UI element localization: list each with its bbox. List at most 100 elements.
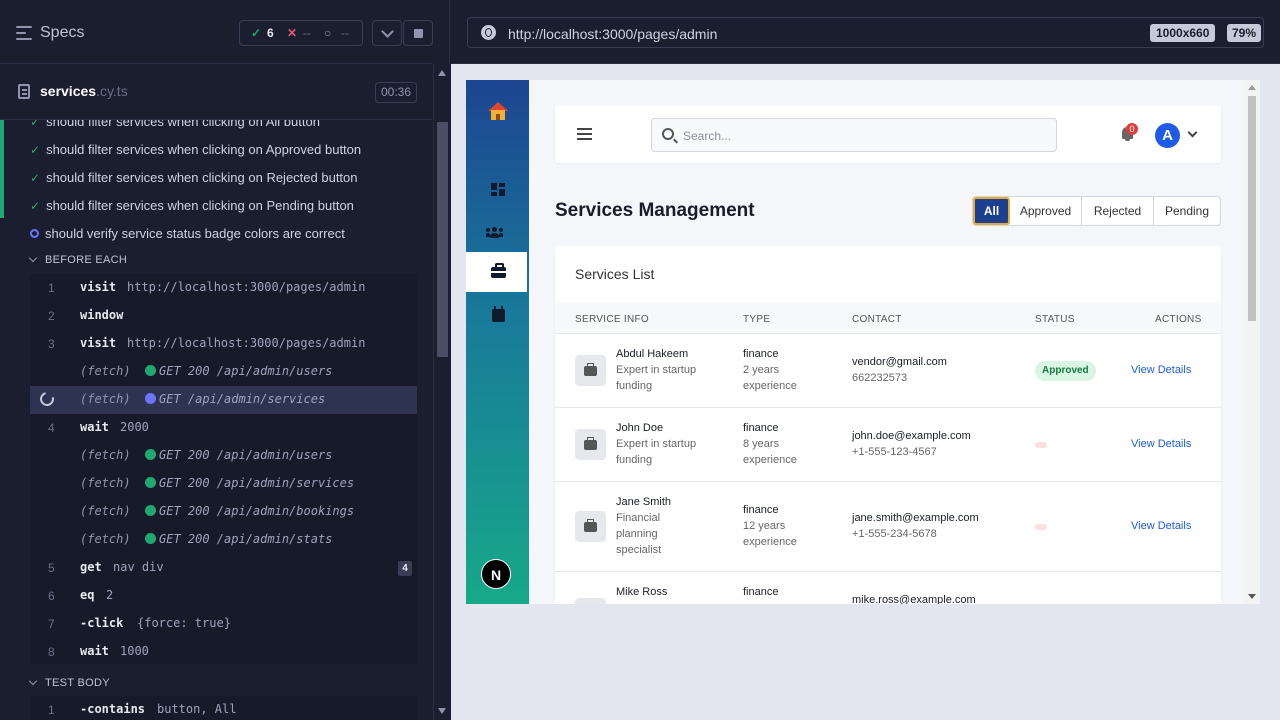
view-details-link[interactable]: View Details: [1131, 438, 1191, 450]
contact-email: vendor@gmail.com: [852, 356, 947, 368]
before-each-toggle[interactable]: BEFORE EACH: [28, 253, 127, 266]
card-title: Services List: [575, 266, 655, 282]
url-bar[interactable]: http://localhost:3000/pages/admin 1000x6…: [467, 17, 1264, 48]
command-row[interactable]: (fetch) GET 200 /api/admin/users: [30, 442, 417, 470]
column-header: SERVICE INFO: [575, 314, 649, 325]
service-name: John Doe: [616, 422, 664, 434]
command-row[interactable]: 1 visit http://localhost:3000/pages/admi…: [30, 274, 417, 302]
service-type: finance 2 years experience: [743, 346, 797, 394]
experience: experience: [743, 380, 797, 392]
topbar: Search... 0 A: [555, 106, 1221, 163]
chevron-down-icon: [28, 253, 38, 263]
test-stats: ✓ 6 ✕ -- ○ --: [239, 20, 363, 46]
test-item[interactable]: ✓ should filter services when clicking on…: [30, 198, 354, 213]
scroll-down-icon[interactable]: [1248, 594, 1256, 599]
service-type: finance 8 years experience: [743, 420, 797, 468]
table-row: Jane Smith Financial planning specialist…: [555, 482, 1221, 572]
command-row[interactable]: 7 -click {force: true}: [30, 610, 417, 638]
filter-all-button[interactable]: All: [973, 197, 1010, 225]
command-row[interactable]: (fetch) GET 200 /api/admin/services: [30, 470, 417, 498]
loading-spinner-icon: [37, 389, 57, 409]
briefcase-icon: [491, 263, 506, 278]
test-body-commands: 1 -contains button, All: [30, 696, 417, 720]
test-item[interactable]: ✓ should filter services when clicking on…: [30, 142, 361, 157]
search-input[interactable]: Search...: [683, 129, 731, 143]
filter-approved-button[interactable]: Approved: [1010, 197, 1082, 225]
search-field[interactable]: Search...: [651, 118, 1057, 152]
sidebar-item-services[interactable]: [466, 252, 527, 292]
scroll-up-icon[interactable]: [1248, 85, 1256, 90]
service-description: Expert in startup: [616, 364, 697, 376]
scrollbar-thumb[interactable]: [437, 122, 448, 357]
test-body-toggle[interactable]: TEST BODY: [28, 676, 110, 689]
status-dot-icon: [145, 365, 156, 376]
service-description: planning: [616, 528, 658, 540]
spec-header: services.cy.ts 00:36: [0, 64, 432, 120]
contact-phone: +1-555-234-5678: [852, 528, 937, 540]
experience: 12 years: [743, 520, 786, 532]
menu-icon[interactable]: [577, 128, 592, 140]
command-row[interactable]: 5 get nav div 4: [30, 554, 417, 582]
zoom-badge[interactable]: 79%: [1227, 24, 1262, 42]
chevron-down-icon[interactable]: [1187, 127, 1198, 138]
contact-email: john.doe@example.com: [852, 430, 971, 442]
pending-circle-icon: ○: [324, 26, 332, 40]
service-name: Abdul Hakeem: [616, 348, 689, 360]
view-details-link[interactable]: View Details: [1131, 520, 1191, 532]
command-row[interactable]: 6 eq 2: [30, 582, 417, 610]
reporter-header: Specs ✓ 6 ✕ -- ○ --: [0, 0, 433, 64]
command-row-active[interactable]: (fetch) GET /api/admin/services: [30, 386, 417, 414]
command-row[interactable]: 4 wait 2000: [30, 414, 417, 442]
status-dot-icon: [145, 477, 156, 488]
app-main: Search... 0 A Services Management All Ap…: [529, 80, 1260, 604]
service-info: Abdul Hakeem Expert in startup funding: [616, 346, 716, 394]
command-row[interactable]: 8 wait 1000: [30, 638, 417, 666]
app-sidebar: N: [466, 80, 529, 604]
reporter-scrollbar[interactable]: [433, 64, 450, 720]
test-item-running[interactable]: should verify service status badge color…: [30, 226, 345, 241]
service-info: Mike Ross: [616, 584, 716, 600]
test-item[interactable]: ✓ should filter services when clicking on…: [30, 120, 320, 129]
sidebar-item-dashboard[interactable]: [466, 169, 529, 209]
scrollbar-thumb[interactable]: [1248, 96, 1256, 321]
sidebar-item-bookings[interactable]: [466, 294, 529, 334]
app-scrollbar[interactable]: [1244, 80, 1260, 604]
viewport-size-badge[interactable]: 1000x660: [1150, 24, 1216, 42]
url-text[interactable]: http://localhost:3000/pages/admin: [508, 26, 717, 42]
command-row[interactable]: (fetch) GET 200 /api/admin/stats: [30, 526, 417, 554]
home-icon[interactable]: [488, 102, 508, 120]
command-row[interactable]: 2 window: [30, 302, 417, 330]
check-icon: ✓: [30, 171, 41, 185]
stop-button[interactable]: [403, 20, 433, 46]
scroll-up-icon[interactable]: [438, 70, 446, 76]
contact-email: mike.ross@example.com: [852, 594, 976, 604]
status-filter-group: All Approved Rejected Pending: [972, 196, 1221, 226]
contact: mike.ross@example.com: [852, 592, 976, 604]
contact-phone: 662232573: [852, 372, 908, 384]
filter-rejected-button[interactable]: Rejected: [1082, 197, 1154, 225]
experience: 2 years: [743, 364, 780, 376]
service-name: Mike Ross: [616, 586, 668, 598]
command-row[interactable]: 1 -contains button, All: [30, 696, 417, 720]
service-description: funding: [616, 380, 653, 392]
status-dot-icon: [145, 393, 156, 404]
search-icon: [662, 128, 674, 140]
command-row[interactable]: (fetch) GET 200 /api/admin/users: [30, 358, 417, 386]
scroll-down-icon[interactable]: [438, 708, 446, 714]
command-row[interactable]: 3 visit http://localhost:3000/pages/admi…: [30, 330, 417, 358]
table-row: John Doe Expert in startup funding finan…: [555, 408, 1221, 482]
filter-pending-button[interactable]: Pending: [1154, 197, 1220, 225]
command-row[interactable]: (fetch) GET 200 /api/admin/bookings: [30, 498, 417, 526]
calendar-icon: [492, 306, 505, 322]
specs-label[interactable]: Specs: [40, 24, 84, 42]
avatar[interactable]: A: [1155, 123, 1180, 148]
globe-icon: [481, 25, 496, 40]
passed-indicator-bar: [0, 120, 4, 218]
specs-list-icon[interactable]: [16, 26, 32, 40]
chevron-down-icon[interactable]: [372, 20, 402, 46]
sidebar-item-users[interactable]: [466, 211, 529, 251]
view-details-link[interactable]: View Details: [1131, 364, 1191, 376]
nextjs-logo[interactable]: N: [481, 559, 511, 589]
users-icon: [486, 225, 503, 238]
test-item[interactable]: ✓ should filter services when clicking on…: [30, 170, 358, 185]
